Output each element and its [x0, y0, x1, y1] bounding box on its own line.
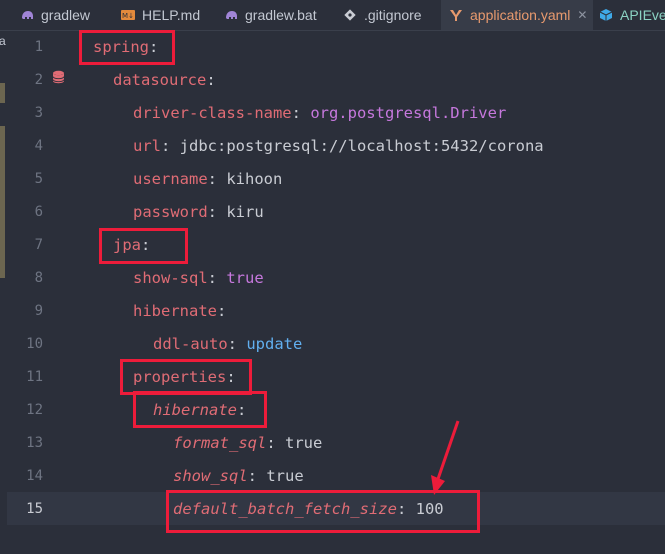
svg-text:M↓: M↓ [122, 12, 134, 20]
yaml-key: show-sql [133, 269, 208, 287]
change-marker [0, 126, 5, 278]
code-line: password: kiru [133, 196, 264, 229]
line-number: 7 [34, 237, 43, 253]
line-number: 14 [26, 468, 43, 484]
yaml-colon: : [161, 137, 180, 155]
close-icon[interactable]: ✕ [577, 8, 587, 22]
code-line: show-sql: true [133, 262, 264, 295]
yaml-key: url [133, 137, 161, 155]
line-number: 12 [26, 402, 43, 418]
elephant-icon [22, 11, 33, 19]
line-number-gutter: 1 2 3 4 5 6 7 8 9 10 11 12 13 14 15 [7, 31, 68, 554]
tab-label: HELP.md [142, 7, 201, 23]
yaml-colon: : [266, 434, 285, 452]
code-line: username: kihoon [133, 163, 282, 196]
tab-label: .gitignore [364, 7, 422, 23]
code-line: show_sql: true [173, 460, 304, 493]
git-icon [344, 9, 356, 21]
line-number: 5 [34, 171, 43, 187]
line-number: 8 [34, 270, 43, 286]
database-icon[interactable] [52, 70, 65, 84]
yaml-value: kihoon [226, 170, 283, 188]
tab-gitignore[interactable]: .gitignore [343, 0, 422, 30]
yaml-value: kiru [226, 203, 264, 221]
yaml-colon: : [207, 269, 227, 287]
tab-apiever[interactable]: APIEver [599, 0, 665, 30]
yaml-key: username [133, 170, 208, 188]
yaml-value: update [246, 335, 303, 353]
line-number: 1 [34, 39, 43, 55]
cube-icon [599, 9, 613, 21]
code-line: hibernate: [133, 295, 226, 328]
yaml-colon: : [247, 467, 267, 485]
yaml-colon: : [227, 335, 247, 353]
code-line: url: jdbc:postgresql://localhost:5432/co… [133, 130, 544, 163]
tab-label: gradlew [41, 7, 91, 23]
tab-help-md[interactable]: M↓ HELP.md [121, 0, 200, 30]
code-line: driver-class-name: org.postgresql.Driver [133, 97, 506, 130]
yaml-key: show_sql [173, 467, 248, 485]
yaml-colon: : [207, 170, 227, 188]
yaml-colon: : [291, 104, 311, 122]
yaml-colon: : [217, 302, 227, 320]
yaml-icon [450, 10, 462, 21]
annotation-arrow-icon [431, 420, 460, 495]
yaml-value: org.postgresql.Driver [310, 104, 507, 122]
line-number: 6 [34, 204, 43, 220]
line-number: 2 [34, 72, 43, 88]
code-line: ddl-auto: update [153, 328, 302, 361]
yaml-value: jdbc:postgresql://localhost:5432/corona [179, 137, 544, 155]
tab-label: APIEver [620, 7, 665, 23]
code-line: format_sql: true [173, 427, 322, 460]
tab-gradlew-bat[interactable]: gradlew.bat [224, 0, 317, 30]
left-strip-label: a [0, 34, 6, 48]
yaml-key: format_sql [173, 434, 267, 452]
line-number: 10 [26, 336, 43, 352]
markdown-icon: M↓ [121, 10, 135, 20]
editor-tab-bar: gradlew M↓ HELP.md gradlew.bat .gitignor… [0, 0, 665, 31]
tab-label: application.yaml [470, 7, 571, 23]
yaml-key: ddl-auto [153, 335, 228, 353]
yaml-colon: : [206, 71, 216, 89]
highlight-box-jpa [99, 228, 188, 264]
yaml-value: true [266, 467, 304, 485]
yaml-key: password [133, 203, 208, 221]
line-number: 4 [34, 138, 43, 154]
tab-gradlew[interactable]: gradlew [20, 0, 90, 30]
yaml-key: hibernate [133, 302, 217, 320]
elephant-icon [226, 11, 237, 19]
line-number: 3 [34, 105, 43, 121]
yaml-key: datasource [113, 71, 207, 89]
tab-application-yaml[interactable]: application.yaml ✕ [441, 0, 593, 30]
tab-label: gradlew.bat [245, 7, 317, 23]
highlight-box-properties [120, 359, 252, 395]
highlight-box-spring [79, 30, 175, 65]
left-scroll-strip: a [0, 31, 7, 554]
yaml-colon: : [207, 203, 227, 221]
line-number: 9 [34, 303, 43, 319]
line-number: 11 [26, 369, 43, 385]
yaml-value: true [226, 269, 264, 287]
highlight-box-hibernate [133, 391, 267, 428]
line-number: 13 [26, 435, 43, 451]
line-number: 15 [26, 501, 43, 517]
code-editor[interactable]: spring: datasource: driver-class-name: o… [68, 31, 665, 554]
change-marker [0, 83, 5, 103]
code-line: datasource: [113, 64, 216, 97]
yaml-value: true [285, 434, 323, 452]
yaml-key: driver-class-name [133, 104, 292, 122]
